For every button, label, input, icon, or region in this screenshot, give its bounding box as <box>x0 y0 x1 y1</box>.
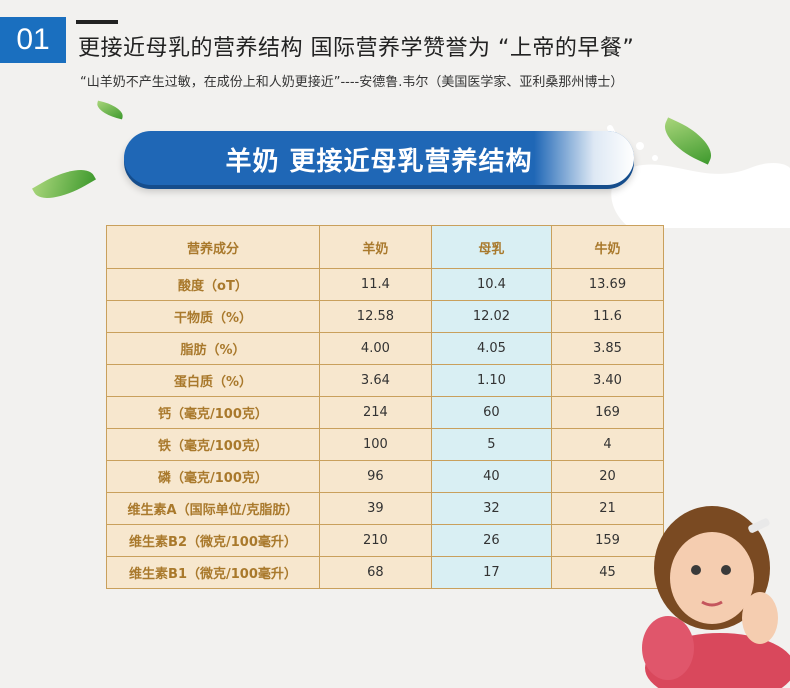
breast-milk-cell: 60 <box>430 396 552 429</box>
cow-milk-cell: 4 <box>550 428 665 461</box>
table-row: 蛋白质（%） 3.64 1.10 3.40 <box>106 364 665 397</box>
nutrient-cell: 铁（毫克/100克） <box>106 428 320 461</box>
nutrient-cell: 蛋白质（%） <box>106 364 320 397</box>
breast-milk-cell: 5 <box>430 428 552 461</box>
cow-milk-cell: 13.69 <box>550 268 665 301</box>
breast-milk-cell: 26 <box>430 524 552 557</box>
breast-milk-cell: 17 <box>430 556 552 589</box>
nutrient-cell: 钙（毫克/100克） <box>106 396 320 429</box>
breast-milk-cell: 4.05 <box>430 332 552 365</box>
goat-milk-cell: 4.00 <box>318 332 432 365</box>
breast-milk-cell: 12.02 <box>430 300 552 333</box>
child-photo <box>642 506 790 688</box>
breast-milk-cell: 10.4 <box>430 268 552 301</box>
goat-milk-cell: 12.58 <box>318 300 432 333</box>
nutrient-cell: 维生素A（国际单位/克脂肪） <box>106 492 320 525</box>
cow-milk-cell: 3.85 <box>550 332 665 365</box>
nutrient-cell: 磷（毫克/100克） <box>106 460 320 493</box>
nutrient-cell: 酸度（oT） <box>106 268 320 301</box>
breast-milk-cell: 32 <box>430 492 552 525</box>
table-row: 脂肪（%） 4.00 4.05 3.85 <box>106 332 665 365</box>
cow-milk-cell: 3.40 <box>550 364 665 397</box>
expert-quote: “山羊奶不产生过敏，在成份上和人奶更接近”----安德鲁.韦尔（美国医学家、亚利… <box>80 75 624 90</box>
column-header-cow-milk: 牛奶 <box>550 225 665 269</box>
nutrition-comparison-table: 营养成分 羊奶 母乳 牛奶 酸度（oT） 11.4 10.4 13.69 干物质（%） 1… <box>106 225 665 589</box>
table-row: 钙（毫克/100克） 214 60 169 <box>106 396 665 429</box>
column-header-breast-milk: 母乳 <box>430 225 552 269</box>
goat-milk-cell: 11.4 <box>318 268 432 301</box>
table-header-row: 营养成分 羊奶 母乳 牛奶 <box>106 225 665 269</box>
breast-milk-cell: 40 <box>430 460 552 493</box>
nutrient-cell: 维生素B1（微克/100毫升） <box>106 556 320 589</box>
table-row: 铁（毫克/100克） 100 5 4 <box>106 428 665 461</box>
banner-title: 羊奶 更接近母乳营养结构 <box>225 147 533 177</box>
goat-milk-cell: 96 <box>318 460 432 493</box>
page-headline: 更接近母乳的营养结构 国际营养学赞誉为 “上帝的早餐” <box>78 36 635 61</box>
table-row: 干物质（%） 12.58 12.02 11.6 <box>106 300 665 333</box>
goat-milk-cell: 68 <box>318 556 432 589</box>
goat-milk-cell: 210 <box>318 524 432 557</box>
breast-milk-cell: 1.10 <box>430 364 552 397</box>
goat-milk-cell: 39 <box>318 492 432 525</box>
header-divider <box>76 20 118 24</box>
section-banner: 羊奶 更接近母乳营养结构 <box>124 131 634 185</box>
column-header-goat-milk: 羊奶 <box>318 225 432 269</box>
cow-milk-cell: 11.6 <box>550 300 665 333</box>
leaf-image <box>94 100 126 120</box>
goat-milk-cell: 100 <box>318 428 432 461</box>
nutrient-cell: 干物质（%） <box>106 300 320 333</box>
table-row: 酸度（oT） 11.4 10.4 13.69 <box>106 268 665 301</box>
nutrient-cell: 维生素B2（微克/100毫升） <box>106 524 320 557</box>
table-row: 维生素B1（微克/100毫升） 68 17 45 <box>106 556 665 589</box>
cow-milk-cell: 169 <box>550 396 665 429</box>
cow-milk-cell: 20 <box>550 460 665 493</box>
table-row: 磷（毫克/100克） 96 40 20 <box>106 460 665 493</box>
table-row: 维生素A（国际单位/克脂肪） 39 32 21 <box>106 492 665 525</box>
column-header-nutrient: 营养成分 <box>106 225 320 269</box>
leaf-image <box>32 158 96 210</box>
goat-milk-cell: 214 <box>318 396 432 429</box>
goat-milk-cell: 3.64 <box>318 364 432 397</box>
section-number-badge: 01 <box>0 17 66 63</box>
table-row: 维生素B2（微克/100毫升） 210 26 159 <box>106 524 665 557</box>
nutrient-cell: 脂肪（%） <box>106 332 320 365</box>
